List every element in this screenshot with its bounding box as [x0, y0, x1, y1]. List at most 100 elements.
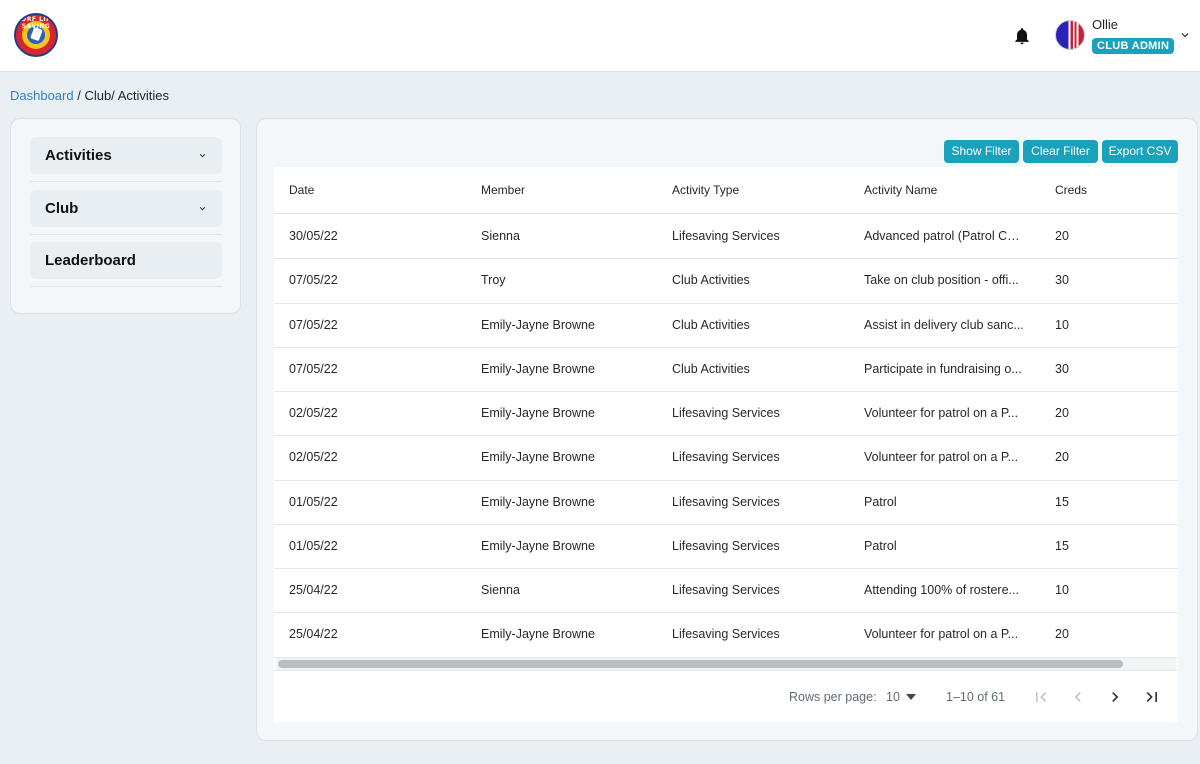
breadcrumb-rest: / Club/ Activities — [73, 88, 169, 103]
cell-date: 01/05/22 — [289, 538, 338, 553]
table-row[interactable]: 25/04/22 Emily-Jayne Browne Lifesaving Ser… — [274, 613, 1178, 658]
show-filter-button[interactable]: Show Filter — [944, 140, 1019, 163]
cell-activity-type: Lifesaving Services — [672, 538, 780, 553]
sidebar-divider — [30, 234, 222, 235]
cell-member: Sienna — [481, 583, 520, 597]
cell-member: Troy — [481, 273, 506, 288]
club-logo[interactable]: SURF LIFE SAVING — [14, 13, 58, 57]
cell-activity-type: Club Activities — [672, 317, 750, 332]
cell-creds: 15 — [1055, 494, 1069, 509]
cell-creds: 20 — [1055, 406, 1069, 420]
breadcrumb-dashboard-link[interactable]: Dashboard — [10, 88, 74, 103]
cell-creds: 10 — [1055, 317, 1069, 332]
column-header-activity-name[interactable]: Activity Name — [864, 183, 1024, 197]
cell-date: 02/05/22 — [289, 406, 338, 420]
cell-date: 01/05/22 — [289, 494, 338, 509]
cell-date: 25/04/22 — [289, 627, 338, 642]
cell-activity-name: Volunteer for patrol on a P... — [864, 627, 1019, 642]
previous-page-icon[interactable] — [1068, 687, 1088, 707]
table-header: Date Member Activity Type Activity Name … — [274, 167, 1178, 214]
cell-date: 30/05/22 — [289, 229, 338, 243]
cell-creds: 20 — [1055, 229, 1069, 243]
cell-creds: 30 — [1055, 361, 1069, 376]
rows-per-page-select[interactable]: 10 — [884, 688, 920, 706]
cell-activity-type: Lifesaving Services — [672, 583, 780, 597]
cell-creds: 20 — [1055, 450, 1069, 465]
cell-creds: 10 — [1055, 583, 1069, 597]
sidebar-item-label: Leaderboard — [45, 252, 136, 269]
table-row[interactable]: 07/05/22 Emily-Jayne Browne Club Activitie… — [274, 348, 1178, 392]
first-page-icon[interactable] — [1031, 687, 1051, 707]
sidebar-item-club[interactable]: Club — [30, 190, 222, 227]
export-csv-button[interactable]: Export CSV — [1102, 140, 1178, 163]
cell-member: Emily-Jayne Browne — [481, 406, 595, 420]
cell-member: Emily-Jayne Browne — [481, 450, 595, 465]
role-badge: CLUB ADMIN — [1092, 38, 1175, 54]
sidebar-item-label: Club — [45, 200, 79, 217]
cell-date: 07/05/22 — [289, 273, 338, 288]
cell-activity-name: Advanced patrol (Patrol Ca... — [864, 229, 1024, 243]
sidebar-item-label: Activities — [45, 147, 112, 164]
cell-member: Emily-Jayne Browne — [481, 361, 595, 376]
cell-member: Emily-Jayne Browne — [481, 538, 595, 553]
notifications-bell-icon[interactable] — [1012, 26, 1032, 46]
cell-date: 07/05/22 — [289, 317, 338, 332]
cell-activity-name: Volunteer for patrol on a P... — [864, 450, 1019, 465]
cell-activity-name: Assist in delivery club sanc... — [864, 317, 1024, 332]
pagination: Rows per page: 10 1–10 of 61 — [274, 670, 1178, 722]
horizontal-scrollbar[interactable] — [276, 658, 1176, 670]
next-page-icon[interactable] — [1105, 687, 1125, 707]
cell-activity-type: Lifesaving Services — [672, 450, 780, 465]
table-row[interactable]: 07/05/22 Troy Club Activities Take on club … — [274, 259, 1178, 304]
cell-activity-name: Volunteer for patrol on a P... — [864, 406, 1019, 420]
column-header-member[interactable]: Member — [481, 183, 651, 197]
cell-member: Emily-Jayne Browne — [481, 627, 595, 642]
breadcrumb: Dashboard / Club/ Activities — [10, 88, 169, 103]
cell-activity-name: Take on club position - offi... — [864, 273, 1019, 288]
sidebar-item-activities[interactable]: Activities — [30, 137, 222, 174]
cell-activity-name: Patrol — [864, 538, 897, 553]
column-header-date[interactable]: Date — [289, 183, 459, 197]
table-row[interactable]: 02/05/22 Emily-Jayne Browne Lifesaving Ser… — [274, 392, 1178, 437]
top-bar: SURF LIFE SAVING Ollie CLUB ADMIN — [0, 0, 1200, 72]
table-row[interactable]: 07/05/22 Emily-Jayne Browne Club Activitie… — [274, 304, 1178, 348]
cell-activity-type: Lifesaving Services — [672, 494, 780, 509]
user-avatar[interactable] — [1055, 20, 1085, 50]
cell-activity-name: Attending 100% of rostere... — [864, 583, 1019, 597]
cell-member: Emily-Jayne Browne — [481, 494, 595, 509]
chevron-down-icon — [199, 206, 206, 211]
cell-date: 02/05/22 — [289, 450, 338, 465]
table-row[interactable]: 02/05/22 Emily-Jayne Browne Lifesaving Ser… — [274, 436, 1178, 481]
table-row[interactable]: 25/04/22 Sienna Lifesaving Services Attendi… — [274, 569, 1178, 614]
scrollbar-thumb[interactable] — [278, 660, 1123, 668]
cell-activity-type: Lifesaving Services — [672, 627, 780, 642]
chevron-down-icon[interactable] — [1178, 28, 1192, 42]
column-header-activity-type[interactable]: Activity Type — [672, 183, 842, 197]
cell-member: Emily-Jayne Browne — [481, 317, 595, 332]
cell-activity-type: Club Activities — [672, 361, 750, 376]
sidebar-divider — [30, 181, 222, 182]
sidebar: Activities Club Leaderboard — [10, 118, 241, 314]
cell-activity-type: Club Activities — [672, 273, 750, 288]
column-header-creds[interactable]: Creds — [1055, 183, 1155, 197]
pagination-range: 1–10 of 61 — [946, 690, 1006, 704]
cell-date: 25/04/22 — [289, 583, 338, 597]
cell-activity-type: Lifesaving Services — [672, 229, 780, 243]
cell-creds: 20 — [1055, 627, 1069, 642]
table-row[interactable]: 01/05/22 Emily-Jayne Browne Lifesaving Ser… — [274, 481, 1178, 525]
caret-down-icon — [906, 694, 916, 700]
cell-activity-type: Lifesaving Services — [672, 406, 780, 420]
last-page-icon[interactable] — [1142, 687, 1162, 707]
table-row[interactable]: 01/05/22 Emily-Jayne Browne Lifesaving Ser… — [274, 525, 1178, 569]
cell-creds: 15 — [1055, 538, 1069, 553]
rows-per-page-value: 10 — [886, 690, 900, 704]
table-row[interactable]: 30/05/22 Sienna Lifesaving Services Advance… — [274, 215, 1178, 260]
logo-text: SURF LIFE SAVING — [16, 16, 56, 30]
cell-activity-name: Patrol — [864, 494, 897, 509]
user-name: Ollie — [1092, 17, 1119, 32]
clear-filter-button[interactable]: Clear Filter — [1023, 140, 1098, 163]
cell-date: 07/05/22 — [289, 361, 338, 376]
sidebar-item-leaderboard[interactable]: Leaderboard — [30, 242, 222, 279]
cell-member: Sienna — [481, 229, 520, 243]
chevron-down-icon — [199, 153, 206, 158]
